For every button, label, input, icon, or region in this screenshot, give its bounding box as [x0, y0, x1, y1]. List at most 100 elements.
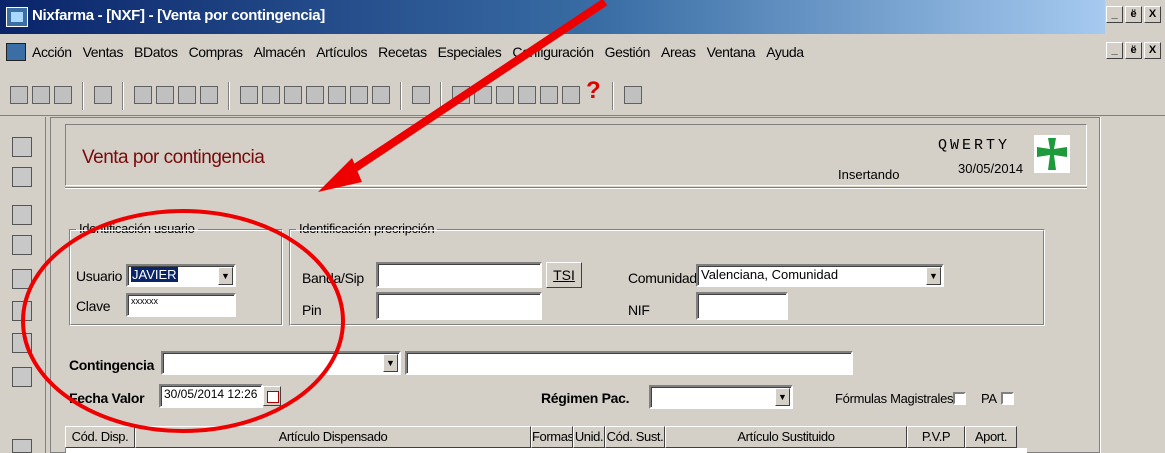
menu-articulos[interactable]: Artículos: [316, 44, 367, 60]
upload-icon[interactable]: [624, 86, 642, 104]
minimize-button[interactable]: _: [1106, 6, 1123, 23]
coin-icon[interactable]: [12, 167, 32, 187]
col-cod-sust[interactable]: Cód. Sust.: [605, 426, 665, 448]
col-articulo-dispensado[interactable]: Artículo Dispensado: [135, 426, 531, 448]
form-title: Venta por contingencia: [82, 147, 265, 168]
toolbar-separator: [228, 82, 230, 110]
col-cod-disp[interactable]: Cód. Disp.: [65, 426, 135, 448]
form-area: Venta por contingencia Insertando QWERTY…: [50, 117, 1100, 453]
menu-configuracion[interactable]: Configuración: [512, 44, 594, 60]
formulas-checkbox[interactable]: [953, 392, 966, 405]
grid-header: Cód. Disp. Artículo Dispensado Formas Un…: [65, 426, 1017, 448]
print-icon[interactable]: [452, 86, 470, 104]
menu-especiales[interactable]: Especiales: [438, 44, 502, 60]
grip-icon[interactable]: [10, 86, 28, 104]
star-icon[interactable]: [284, 86, 302, 104]
form-icon[interactable]: [156, 86, 174, 104]
col-formas[interactable]: Formas: [531, 426, 573, 448]
fecha-valor-field[interactable]: 30/05/2014 12:26: [159, 384, 263, 408]
import-icon[interactable]: [372, 86, 390, 104]
menu-ventana[interactable]: Ventana: [707, 44, 756, 60]
col-articulo-sustituido[interactable]: Artículo Sustituido: [665, 426, 907, 448]
grid-body[interactable]: [65, 448, 1027, 453]
register-icon[interactable]: [12, 367, 32, 387]
bag-icon[interactable]: [12, 137, 32, 157]
tree-icon[interactable]: [496, 86, 514, 104]
col-aport[interactable]: Aport.: [965, 426, 1017, 448]
header-separator: [65, 187, 1087, 189]
clave-label: Clave: [76, 298, 111, 314]
key-icon[interactable]: [12, 333, 32, 353]
person-icon[interactable]: [12, 205, 32, 225]
contingencia-description-field[interactable]: [405, 351, 853, 375]
contingencia-label: Contingencia: [69, 357, 155, 373]
help-icon[interactable]: ?: [586, 79, 601, 103]
menu-ventas[interactable]: Ventas: [83, 44, 124, 60]
pin-label: Pin: [302, 302, 322, 318]
stop-icon[interactable]: [518, 86, 536, 104]
menu-recetas[interactable]: Recetas: [378, 44, 427, 60]
calculator-icon[interactable]: [134, 86, 152, 104]
grid-icon[interactable]: [262, 86, 280, 104]
menu-areas[interactable]: Areas: [661, 44, 696, 60]
col-unid[interactable]: Unid.: [573, 426, 605, 448]
left-toolbar: [0, 117, 46, 453]
disk-icon[interactable]: [94, 86, 112, 104]
calendar-icon[interactable]: [263, 386, 281, 406]
pin-field[interactable]: [376, 292, 542, 320]
cart-icon[interactable]: [562, 86, 580, 104]
close-button[interactable]: X: [1144, 6, 1161, 23]
close-form-icon[interactable]: [178, 86, 196, 104]
table-icon[interactable]: [240, 86, 258, 104]
chevron-down-icon[interactable]: ▼: [383, 354, 398, 372]
usuario-select[interactable]: JAVIER ▼: [126, 264, 236, 287]
status-text: Insertando: [838, 167, 900, 182]
menu-almacen[interactable]: Almacén: [254, 44, 306, 60]
report-icon[interactable]: [200, 86, 218, 104]
menu-bdatos[interactable]: BDatos: [134, 44, 178, 60]
preview-icon[interactable]: [474, 86, 492, 104]
mdi-minimize-button[interactable]: _: [1106, 42, 1123, 59]
chevron-down-icon[interactable]: ▼: [218, 267, 233, 285]
list-icon[interactable]: [32, 86, 50, 104]
prescription-identification-group: Identificación precripción Banda/Sip TSI…: [289, 221, 1045, 326]
mdi-close-button[interactable]: X: [1144, 42, 1161, 59]
forward-arrow-icon[interactable]: [350, 86, 368, 104]
menu-ayuda[interactable]: Ayuda: [766, 44, 804, 60]
clave-field[interactable]: xxxxxx: [126, 293, 236, 317]
tsi-button[interactable]: TSI: [546, 262, 582, 288]
comunidad-select[interactable]: Valenciana, Comunidad ▼: [696, 264, 944, 287]
toolbar-separator: [612, 82, 614, 110]
document-icon[interactable]: [6, 43, 26, 61]
contingencia-select[interactable]: ▼: [161, 351, 401, 375]
note-icon[interactable]: [540, 86, 558, 104]
right-panel: [1100, 117, 1165, 453]
col-pvp[interactable]: P.V.P: [907, 426, 965, 448]
sign-icon[interactable]: [12, 269, 32, 289]
app-icon[interactable]: [6, 7, 28, 27]
pa-checkbox[interactable]: [1001, 392, 1014, 405]
pill-icon[interactable]: [12, 301, 32, 321]
restore-button[interactable]: ё: [1125, 6, 1142, 23]
menu-bar: Acción Ventas BDatos Compras Almacén Art…: [0, 34, 1165, 70]
form-header: Venta por contingencia Insertando QWERTY…: [65, 124, 1087, 186]
back-arrow-icon[interactable]: [328, 86, 346, 104]
banda-sip-field[interactable]: [376, 262, 542, 288]
menu-gestion[interactable]: Gestión: [605, 44, 651, 60]
regimen-select[interactable]: ▼: [649, 385, 793, 409]
export-icon[interactable]: [306, 86, 324, 104]
usuario-value: JAVIER: [131, 267, 178, 282]
e-icon[interactable]: [412, 86, 430, 104]
comunidad-label: Comunidad: [628, 270, 697, 286]
window-controls: _ ё X: [1106, 6, 1161, 23]
menu-accion[interactable]: Acción: [32, 44, 72, 60]
mdi-restore-button[interactable]: ё: [1125, 42, 1142, 59]
nif-field[interactable]: [696, 292, 788, 320]
edit-icon[interactable]: [54, 86, 72, 104]
formulas-label: Fórmulas Magistrales: [835, 391, 954, 406]
chevron-down-icon[interactable]: ▼: [775, 388, 790, 406]
menu-compras[interactable]: Compras: [189, 44, 243, 60]
extra-icon[interactable]: [12, 439, 32, 453]
chevron-down-icon[interactable]: ▼: [926, 267, 941, 285]
shop-icon[interactable]: [12, 235, 32, 255]
